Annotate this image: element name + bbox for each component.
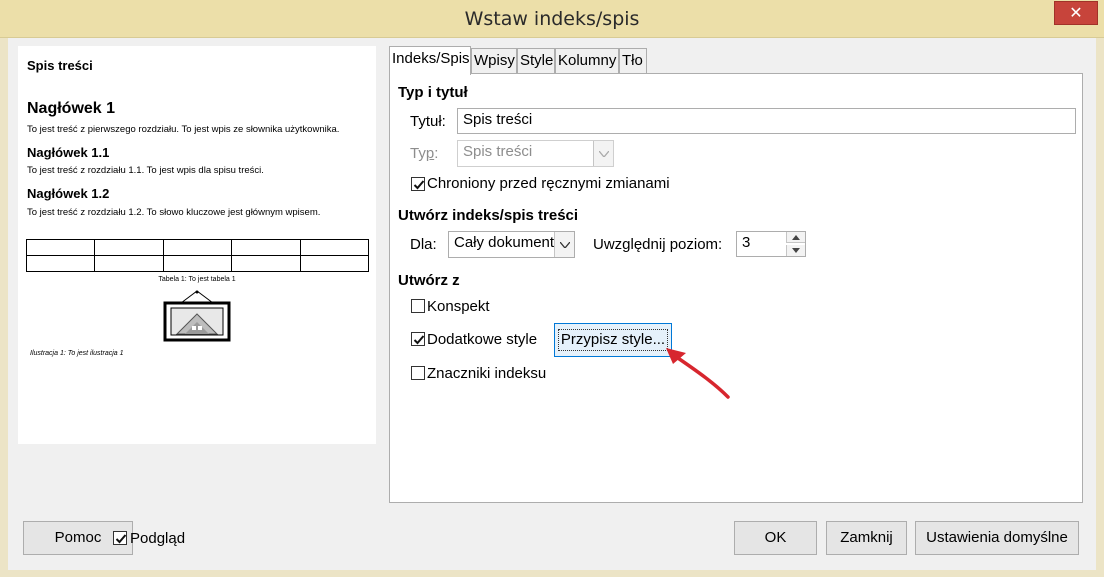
spin-down-icon[interactable] [786,245,805,256]
preview-checkbox[interactable] [113,531,127,545]
for-label: Dla: [410,236,437,253]
preview-pane: Spis treści Nagłówek 1 To jest treść z p… [18,46,376,444]
preview-heading-1-2: Nagłówek 1.2 [27,186,110,201]
preview-text-1: To jest treść z pierwszego rozdziału. To… [27,124,340,135]
preview-heading-1: Nagłówek 1 [27,100,116,117]
preview-table [25,239,370,272]
protected-checkbox[interactable] [411,177,425,191]
index-marks-checkbox[interactable] [411,366,425,380]
outline-label: Konspekt [427,298,490,315]
title-input[interactable]: Spis treści [457,108,1076,134]
preview-toc-title: Spis treści [27,58,93,73]
section-create-from: Utwórz z [398,272,460,289]
level-label: Uwzględnij poziom: [593,236,723,253]
section-type-title: Typ i tytuł [398,84,468,101]
close-button[interactable]: Zamknij [826,521,907,555]
level-value: 3 [742,234,751,251]
type-select-value: Spis treści [463,143,533,160]
type-label: Typ: [410,145,439,162]
window-title: Wstaw indeks/spis [464,8,640,30]
check-icon [413,335,425,345]
type-select: Spis treści [457,140,614,167]
section-create-index: Utwórz indeks/spis treści [398,207,579,224]
tab-background[interactable]: Tło [619,48,647,74]
title-bar: Wstaw indeks/spis ✕ [0,0,1104,38]
close-window-button[interactable]: ✕ [1054,1,1098,25]
for-select-value: Cały dokument [454,234,555,251]
tab-index-toc[interactable]: Indeks/Spis [389,46,471,75]
tab-styles[interactable]: Style [517,48,555,74]
preview-image-caption: Ilustracja 1: To jest ilustracja 1 [30,350,124,357]
tab-entries[interactable]: Wpisy [471,48,517,74]
annotation-arrow-icon [666,348,730,399]
reset-defaults-button[interactable]: Ustawienia domyślne [915,521,1079,555]
picture-frame-icon [163,290,231,342]
chevron-down-icon [593,141,613,166]
assign-styles-button[interactable]: Przypisz style... [554,323,672,357]
check-icon [413,180,425,190]
level-spinbox[interactable]: 3 [736,231,806,257]
check-icon [115,534,127,544]
tab-panel-index-toc [389,73,1083,503]
index-marks-label: Znaczniki indeksu [427,365,547,382]
assign-styles-button-label: Przypisz style... [557,329,669,351]
spin-up-icon[interactable] [786,232,805,243]
additional-styles-label: Dodatkowe style [427,331,538,348]
chevron-down-icon[interactable] [554,232,574,257]
additional-styles-checkbox[interactable] [411,332,425,346]
protected-label: Chroniony przed ręcznymi zmianami [427,175,670,192]
preview-text-1-2: To jest treść z rozdziału 1.2. To słowo … [27,207,321,218]
tab-columns[interactable]: Kolumny [555,48,619,74]
preview-heading-1-1: Nagłówek 1.1 [27,145,110,160]
title-label: Tytuł: [410,113,446,130]
preview-label: Podgląd [130,530,186,547]
preview-text-1-1: To jest treść z rozdziału 1.1. To jest w… [27,165,264,176]
preview-table-caption: Tabela 1: To jest tabela 1 [158,276,236,283]
for-select[interactable]: Cały dokument [448,231,575,258]
outline-checkbox[interactable] [411,299,425,313]
ok-button[interactable]: OK [734,521,817,555]
